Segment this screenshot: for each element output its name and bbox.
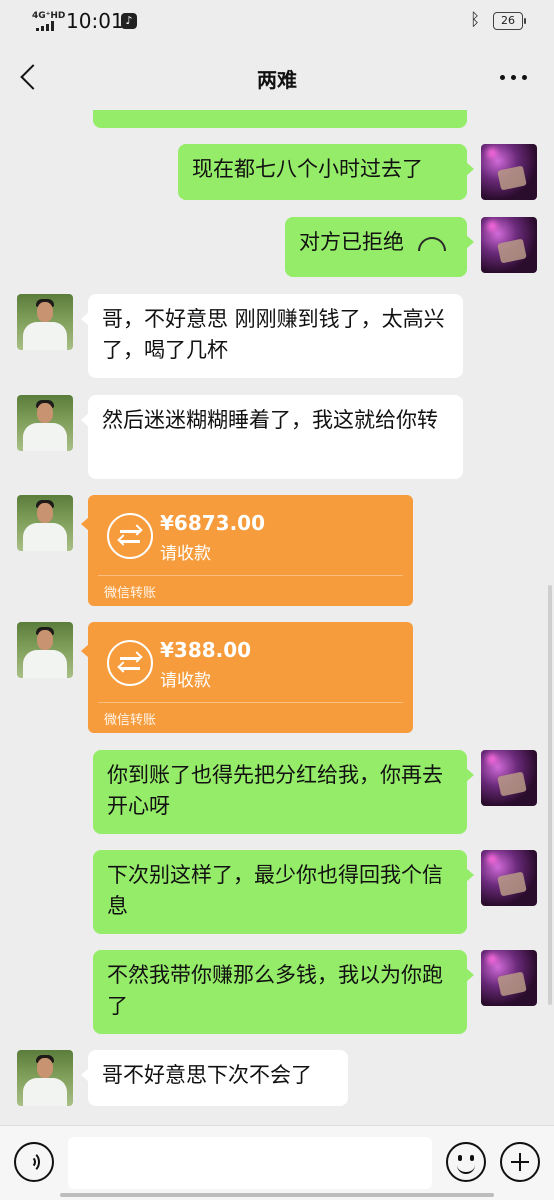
message-text: 哥不好意思下次不会了 (102, 1063, 312, 1087)
message-bubble-sent[interactable]: 下次别这样了，最少你也得回我个信息 (93, 850, 474, 934)
friend-avatar[interactable] (17, 1050, 73, 1106)
bluetooth-icon: ᛒ (470, 10, 481, 30)
transfer-footer: 微信转账 (104, 586, 157, 601)
message-bubble-partial[interactable] (93, 110, 467, 128)
message-list[interactable]: 现在都七八个小时过去了 对方已拒绝 哥，不好意思 刚刚赚到钱了，太高兴了，喝了几… (0, 110, 554, 1125)
message-input[interactable] (68, 1137, 432, 1189)
my-avatar[interactable] (481, 144, 537, 200)
message-bubble-received[interactable]: 哥，不好意思 刚刚赚到钱了，太高兴了，喝了几杯 (81, 294, 463, 378)
my-avatar[interactable] (481, 850, 537, 906)
message-text: 现在都七八个小时过去了 (192, 157, 423, 181)
friend-avatar[interactable] (17, 294, 73, 350)
chat-header: 两难 (0, 44, 554, 110)
transfer-amount: ¥388.00 (160, 638, 252, 662)
transfer-status: 请收款 (160, 544, 211, 564)
transfer-amount: ¥6873.00 (160, 511, 266, 535)
transfer-icon (107, 513, 153, 559)
home-indicator[interactable] (60, 1193, 494, 1197)
message-bubble-sent[interactable]: 不然我带你赚那么多钱，我以为你跑了 (93, 950, 474, 1034)
transfer-icon (107, 640, 153, 686)
chat-title: 两难 (257, 68, 297, 92)
tiktok-notification-icon: ♪ (121, 13, 137, 29)
transfer-card[interactable]: ¥388.00 请收款 微信转账 (81, 622, 413, 733)
message-bubble-received[interactable]: 然后迷迷糊糊睡着了，我这就给你转 (81, 395, 463, 479)
status-time: 10:01 (66, 9, 124, 33)
call-status-text: 对方已拒绝 (299, 230, 404, 254)
emoji-icon[interactable] (446, 1142, 486, 1182)
friend-avatar[interactable] (17, 395, 73, 451)
plus-icon[interactable] (500, 1142, 540, 1182)
my-avatar[interactable] (481, 750, 537, 806)
message-bubble-received[interactable]: 哥不好意思下次不会了 (81, 1050, 348, 1106)
scrollbar[interactable] (548, 585, 552, 1005)
my-avatar[interactable] (481, 217, 537, 273)
divider (98, 702, 403, 703)
transfer-status: 请收款 (160, 671, 211, 691)
message-text: 下次别这样了，最少你也得回我个信息 (107, 863, 443, 918)
transfer-card[interactable]: ¥6873.00 请收款 微信转账 (81, 495, 413, 606)
message-text: 哥，不好意思 刚刚赚到钱了，太高兴了，喝了几杯 (102, 307, 445, 362)
network-indicator: 4G⁺HD (32, 11, 66, 21)
friend-avatar[interactable] (17, 495, 73, 551)
message-bubble-sent[interactable]: 现在都七八个小时过去了 (178, 144, 474, 200)
signal-icon (36, 21, 58, 31)
input-bar (0, 1125, 554, 1200)
phone-hangup-icon (418, 237, 446, 251)
my-avatar[interactable] (481, 950, 537, 1006)
friend-avatar[interactable] (17, 622, 73, 678)
call-record-bubble[interactable]: 对方已拒绝 (285, 217, 474, 277)
message-text: 然后迷迷糊糊睡着了，我这就给你转 (102, 408, 438, 432)
divider (98, 575, 403, 576)
battery-icon: 26 (493, 12, 526, 30)
message-text: 不然我带你赚那么多钱，我以为你跑了 (107, 963, 443, 1018)
more-icon[interactable] (494, 62, 534, 92)
message-bubble-sent[interactable]: 你到账了也得先把分红给我，你再去开心呀 (93, 750, 474, 834)
status-bar: 4G⁺HD 10:01 ♪ ᛒ 26 (0, 0, 554, 44)
transfer-footer: 微信转账 (104, 713, 157, 728)
voice-icon[interactable] (14, 1142, 54, 1182)
message-text: 你到账了也得先把分红给我，你再去开心呀 (107, 763, 443, 818)
